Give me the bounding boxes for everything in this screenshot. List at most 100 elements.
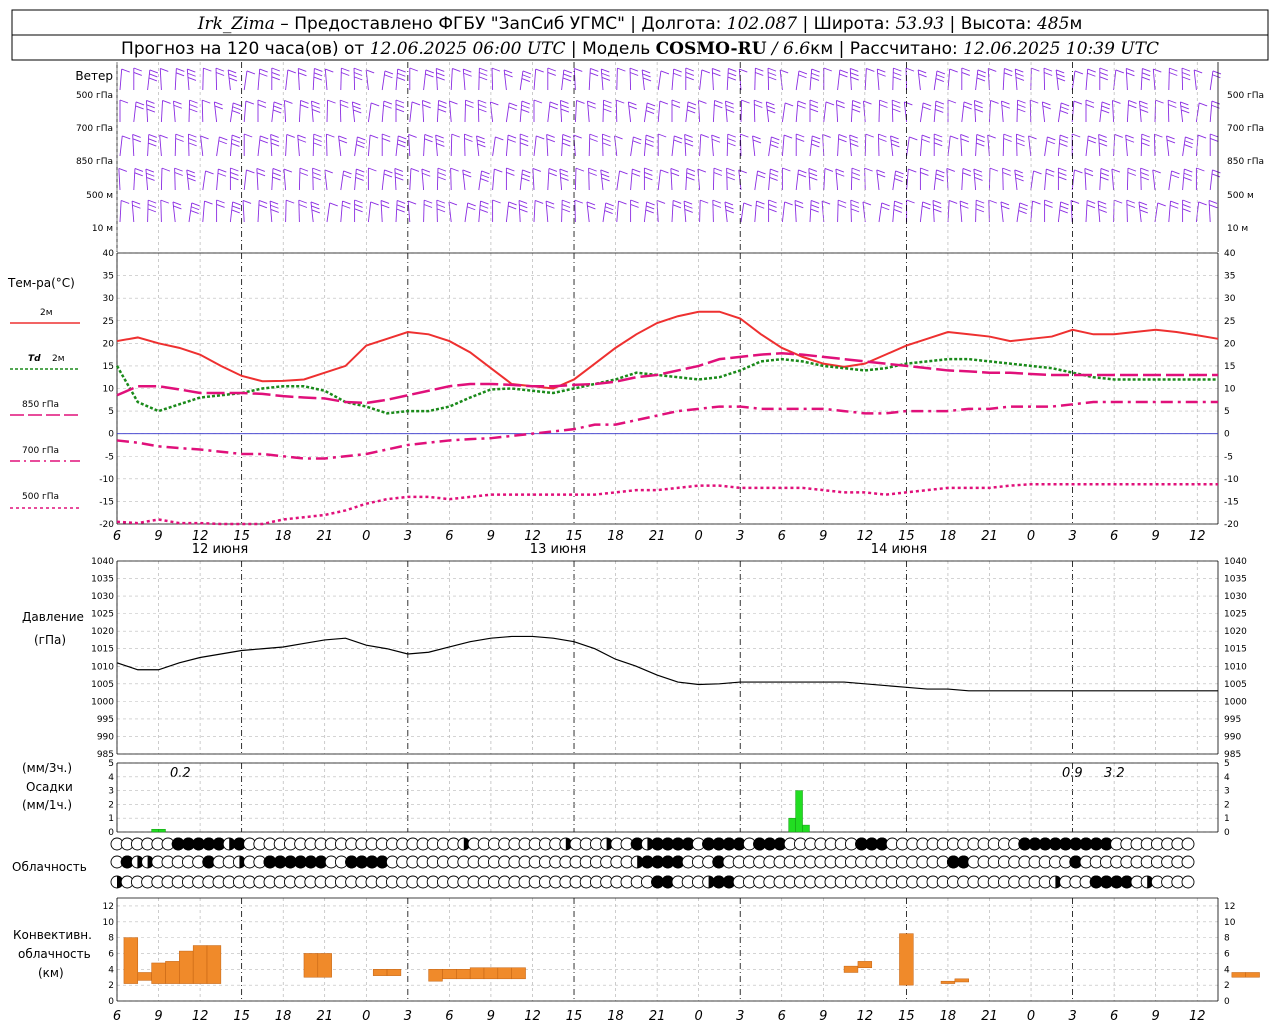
- wind-barb-feather: [202, 99, 211, 104]
- wind-barb-feather: [712, 72, 721, 77]
- wind-barb-feather: [297, 134, 306, 139]
- wind-barb-feather: [646, 102, 656, 107]
- wind-barb-feather: [187, 72, 196, 77]
- wind-barb-feather: [601, 77, 611, 81]
- wind-barb-feather: [619, 170, 628, 175]
- wind-barb-feather: [642, 69, 651, 74]
- wind-barb-feather: [312, 167, 321, 172]
- wind-barb-feather: [1087, 72, 1096, 77]
- precip-ytick-left: 0: [108, 828, 114, 838]
- wind-barb: [462, 169, 466, 191]
- wind-barb-feather: [1002, 172, 1011, 176]
- wind-barb: [284, 100, 287, 123]
- wind-barb-feather: [549, 105, 558, 110]
- wind-barb: [643, 102, 648, 123]
- wind-barb-feather: [685, 71, 694, 76]
- wind-barb-feather: [368, 167, 377, 172]
- wind-barb-feather: [893, 67, 902, 72]
- wind-barb: [435, 68, 438, 91]
- wind-barb-feather: [1194, 69, 1203, 74]
- wind-barb-feather: [175, 133, 184, 138]
- wind-title: Ветер: [75, 69, 113, 83]
- wind-level-label: 500 м: [86, 191, 113, 201]
- wind-barb-feather: [849, 134, 858, 139]
- conv-bars: [123, 933, 1260, 986]
- temp-ytick-right: -15: [1224, 497, 1239, 507]
- calc-time: 12.06.2025 10:39 UTC: [963, 39, 1159, 59]
- wind-barb-feather: [356, 140, 365, 145]
- wind-barb-feather: [1212, 74, 1221, 79]
- wind-barb-feather: [798, 169, 807, 174]
- wind-barb: [600, 69, 604, 91]
- wind-barb: [213, 101, 218, 123]
- wind-barb-feather: [990, 100, 999, 104]
- pres-ytick-left: 1040: [91, 557, 114, 567]
- wind-barb-feather: [545, 200, 555, 205]
- wind-barb-feather: [754, 104, 763, 108]
- wind-barb-feather: [232, 205, 241, 210]
- wind-barb-feather: [148, 199, 157, 204]
- wind-barb-feather: [1198, 201, 1207, 206]
- wind-barb: [545, 201, 549, 223]
- hour-tick-label: 21: [981, 1009, 998, 1024]
- wind-barb-feather: [560, 108, 570, 113]
- wind-barb-feather: [1017, 108, 1026, 113]
- temp-ytick-right: 5: [1224, 407, 1230, 417]
- wind-barb-feather: [342, 174, 352, 179]
- wind-barb-feather: [811, 68, 820, 73]
- wind-barb: [159, 68, 162, 91]
- pres-ytick-left: 995: [97, 715, 114, 725]
- wind-barb-feather: [1127, 167, 1137, 172]
- wind-barb-feather: [770, 168, 779, 173]
- altitude-unit: м: [1069, 14, 1082, 34]
- wind-barb-feather: [160, 199, 169, 204]
- wind-barb-feather: [976, 142, 985, 147]
- wind-barb-feather: [522, 169, 531, 174]
- wind-barb-feather: [465, 104, 474, 108]
- wind-barb-feather: [271, 67, 280, 72]
- wind-barb-feather: [811, 139, 820, 144]
- wind-barb-feather: [975, 204, 985, 208]
- wind-level-label: 10 м: [92, 224, 113, 234]
- wind-barb-feather: [508, 201, 517, 206]
- wind-barb-feather: [438, 104, 447, 109]
- hour-tick-label: 21: [649, 1009, 666, 1024]
- wind-barb: [919, 135, 923, 157]
- wind-barb: [1208, 200, 1211, 223]
- wind-barb-feather: [921, 134, 931, 139]
- wind-barb-feather: [770, 144, 779, 148]
- wind-barb-feather: [975, 208, 985, 213]
- wind-barb: [849, 68, 852, 91]
- wind-level-label-right: 700 гПа: [1227, 124, 1264, 134]
- wind-barb: [380, 200, 383, 223]
- wind-barb-feather: [894, 200, 903, 205]
- wind-barb: [794, 200, 797, 223]
- wind-barb-feather: [838, 199, 847, 204]
- conv-bar: [857, 961, 873, 968]
- hour-axis-bottom: 6 9 12 15 18 21 0 3 6 9 12 15 18 21 0 3 6 9 12 15 18 21 0 3 6 9 12: [113, 1009, 1206, 1024]
- wind-barb-feather: [573, 134, 582, 139]
- wind-barb: [753, 100, 756, 123]
- wind-barb-feather: [727, 133, 736, 138]
- wind-barb-feather: [353, 67, 363, 72]
- wind-barb-feather: [836, 172, 845, 177]
- wind-barb-feather: [976, 77, 986, 82]
- wind-barb-feather: [355, 177, 364, 181]
- wind-barb: [533, 135, 537, 157]
- wind-barb-feather: [1098, 138, 1108, 143]
- wind-barb-feather: [436, 76, 445, 81]
- wind-barb: [160, 168, 163, 191]
- wind-barb: [712, 168, 715, 191]
- wind-barb-feather: [228, 69, 237, 74]
- wind-barb-feather: [905, 67, 915, 72]
- wind-barb-feather: [1072, 133, 1081, 138]
- series-pressure: [116, 635, 1218, 692]
- wind-barb-feather: [394, 168, 404, 172]
- temp-ytick-left: 15: [103, 362, 114, 372]
- wind-barb: [229, 102, 234, 123]
- wind-barb-feather: [1100, 168, 1110, 172]
- cloud-symbol: [1181, 855, 1195, 869]
- conv-bar: [940, 980, 956, 984]
- wind-barb-feather: [228, 73, 237, 78]
- wind-barb: [270, 134, 273, 157]
